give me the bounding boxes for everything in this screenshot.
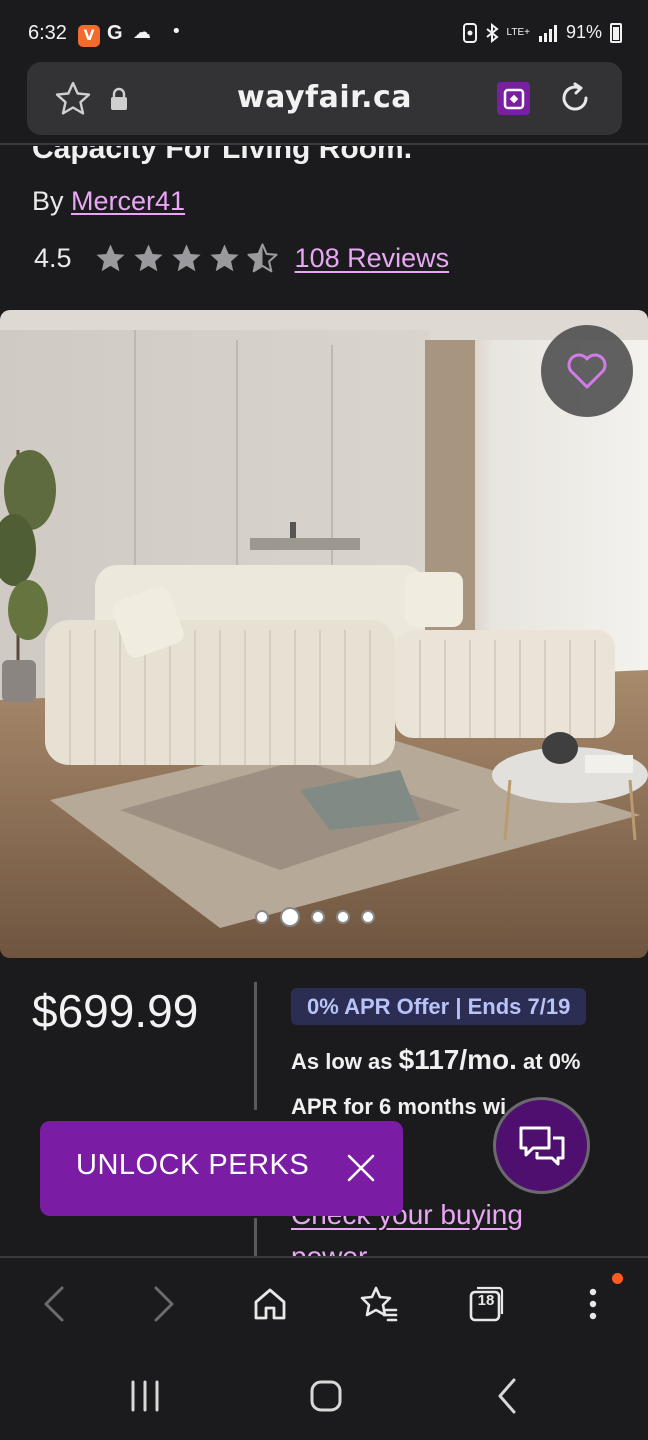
menu-notification-dot (612, 1273, 623, 1284)
unlock-perks-label[interactable]: UNLOCK PERKS (76, 1149, 309, 1182)
network-type: LTE+ (506, 26, 530, 38)
battery-icon (610, 22, 622, 43)
gallery-dot[interactable] (336, 910, 350, 924)
apr-separator: | (455, 994, 462, 1019)
gallery-dot[interactable] (311, 910, 325, 924)
reviews-link[interactable]: 108 Reviews (295, 243, 450, 274)
tabs-button[interactable]: 18 (461, 1280, 509, 1328)
weather-icon: ☁ (133, 22, 151, 43)
back-icon (44, 1286, 64, 1322)
star-icon (172, 243, 201, 271)
home-nav-icon[interactable] (306, 1376, 346, 1416)
apr-ends-label: Ends 7/19 (467, 994, 571, 1019)
brand-link[interactable]: Mercer41 (71, 186, 185, 216)
price-divider-lower (254, 1218, 257, 1258)
status-bar: 6:32 V G ☁ • LTE+ 91% (0, 0, 648, 60)
menu-icon (589, 1288, 597, 1320)
back-nav-icon[interactable] (488, 1376, 528, 1416)
product-title: Capacity For Living Room. (32, 132, 413, 165)
rating-row[interactable]: 4.5 108 Reviews (34, 238, 449, 278)
by-prefix: By (32, 186, 72, 216)
brave-icon: V (78, 25, 100, 47)
bluetooth-icon (485, 22, 499, 43)
gallery-dot-active[interactable] (280, 907, 300, 927)
nfc-icon (462, 22, 477, 43)
home-icon (254, 1288, 286, 1320)
chat-button[interactable] (493, 1097, 590, 1194)
signal-icon (538, 24, 557, 42)
gallery-dot[interactable] (255, 910, 269, 924)
finance-suffix: at 0% (516, 1049, 581, 1074)
gallery-dot[interactable] (361, 910, 375, 924)
bookmarks-icon (360, 1286, 398, 1322)
unlock-perks-banner[interactable]: UNLOCK PERKS (40, 1121, 403, 1216)
heart-icon (567, 353, 607, 389)
url-domain[interactable]: wayfair.ca (27, 80, 622, 115)
rating-stars (94, 242, 279, 275)
forward-button[interactable] (140, 1280, 188, 1328)
bookmarks-button[interactable] (354, 1280, 402, 1328)
apr-offer-label: 0% APR Offer (307, 994, 450, 1019)
url-bar-divider (0, 143, 648, 145)
tabs-count: 18 (477, 1292, 495, 1309)
star-icon (96, 243, 125, 271)
close-icon[interactable] (345, 1152, 377, 1184)
reload-icon[interactable] (557, 80, 593, 116)
google-icon: G (107, 22, 123, 44)
chat-icon (519, 1126, 564, 1165)
status-right-group: LTE+ 91% (462, 22, 622, 43)
recents-icon[interactable] (125, 1376, 165, 1416)
price: $699.99 (32, 985, 199, 1037)
back-button[interactable] (30, 1280, 78, 1328)
rating-value: 4.5 (34, 242, 72, 273)
brand-line: By Mercer41 (32, 186, 185, 217)
extension-icon[interactable] (497, 82, 530, 115)
star-half-icon (246, 242, 278, 272)
status-time: 6:32 (28, 22, 67, 44)
price-divider (254, 982, 257, 1110)
url-bar[interactable]: wayfair.ca (27, 62, 622, 135)
gallery-pagination[interactable] (255, 907, 375, 927)
forward-icon (154, 1286, 174, 1322)
apr-offer-badge: 0% APR Offer | Ends 7/19 (291, 988, 587, 1025)
browser-toolbar: 18 (0, 1258, 648, 1348)
star-icon (210, 243, 239, 271)
finance-amount: $117/mo. (398, 1044, 517, 1075)
home-button[interactable] (246, 1280, 294, 1328)
android-nav-bar (0, 1348, 648, 1440)
favorite-button[interactable] (541, 325, 633, 417)
star-icon (134, 243, 163, 271)
notification-dot-icon: • (171, 21, 182, 42)
product-image[interactable] (0, 310, 648, 958)
finance-text-line2: APR for 6 months wi (291, 1094, 507, 1119)
finance-text-line1: As low as $117/mo. at 0% (291, 1044, 581, 1076)
finance-prefix: As low as (291, 1049, 399, 1074)
battery-percent: 91% (565, 22, 602, 42)
menu-button[interactable] (569, 1280, 617, 1328)
